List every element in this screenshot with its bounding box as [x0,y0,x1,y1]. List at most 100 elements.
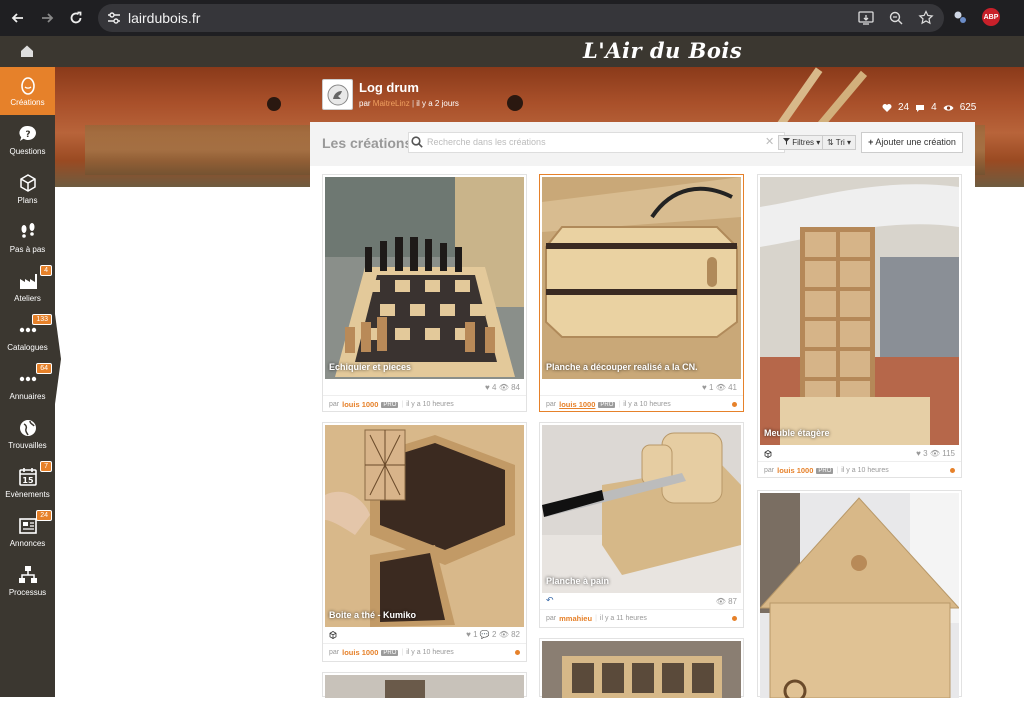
author-avatar[interactable] [322,79,353,110]
card-footer: par louis 1000 PRO | il y a 10 heures [764,466,889,475]
card-time: il y a 11 heures [599,615,647,622]
site-settings-icon[interactable] [107,11,121,25]
post-likes: 24 [898,102,910,113]
card-footer: par louis 1000 PRO | il y a 10 heures [329,400,454,409]
card-title[interactable]: Planche a découper realisé a la CN. [546,362,698,372]
eye-icon: 👁 [715,597,726,606]
pro-badge: PRO [381,649,399,656]
sidebar-item-questions[interactable]: ? Questions [0,116,55,164]
reload-button[interactable] [62,4,90,32]
sidebar-item-processus[interactable]: Processus [0,557,55,605]
search-input[interactable]: Recherche dans les créations [408,132,785,153]
sort-icon: ⇅ [827,138,834,147]
card-title[interactable]: Meuble étagère [764,428,830,438]
card-author-link[interactable]: louis 1000 [342,400,378,409]
address-bar[interactable]: lairdubois.fr [98,4,944,32]
undo-icon: ↶ [546,595,554,605]
site-header [0,36,1024,67]
plus-icon: + [868,137,874,147]
site-logo[interactable]: L'Air du Bois [583,38,742,63]
post-title[interactable]: Log drum [359,80,419,95]
creation-card-selected[interactable]: Planche a découper realisé a la CN. ♥ 1 … [539,174,744,412]
card-image-tea-box[interactable] [325,425,524,627]
creation-card[interactable]: Boite a thé - Kumiko ♥ 1 💬 2 👁 82 par lo… [322,422,527,662]
sidebar-item-annuaires[interactable]: Annuaires 64 [0,361,55,409]
newspaper-icon [18,518,37,534]
comment-icon: 💬 [479,630,490,639]
creation-card[interactable] [539,638,744,698]
badge-annuaires: 64 [36,363,52,374]
clear-search-icon[interactable]: ✕ [765,135,774,148]
cube-icon [329,631,337,639]
add-creation-button[interactable]: + Ajouter une création [861,132,963,153]
sidebar-item-trouvailles[interactable]: Trouvailles [0,410,55,458]
avatar-image [327,84,348,105]
factory-icon [19,274,37,289]
zoom-icon[interactable] [888,10,904,26]
card-image-bread-board[interactable] [542,425,741,593]
card-stats: ♥ 1 👁 41 [702,383,737,392]
card-author-link[interactable]: louis 1000 [559,400,595,409]
question-bubble-icon: ? [18,125,36,141]
back-button[interactable] [4,4,32,32]
card-image-shelf[interactable] [760,177,959,445]
creation-card[interactable]: Planche à pain ↶ 👁 87 par mmahieu | il y… [539,422,744,628]
card-title[interactable]: Planche à pain [546,576,609,586]
card-image-chessboard[interactable] [325,177,524,379]
adblock-icon[interactable]: ABP [982,8,1000,26]
card-image-cutting-board[interactable] [542,177,741,379]
creation-card[interactable]: Echiquier et pieces ♥ 4 👁 84 par louis 1… [322,174,527,412]
extension-icon[interactable] [952,9,968,25]
sidebar-item-annonces[interactable]: Annonces 24 [0,508,55,556]
post-comments: 4 [931,102,937,113]
process-icon [18,566,37,583]
card-title[interactable]: Boite a thé - Kumiko [329,610,416,620]
home-icon[interactable] [18,42,36,60]
post-by: par [359,99,371,108]
footsteps-icon [21,223,34,238]
card-footer: par louis 1000 PRO | il y a 10 heures [329,648,454,657]
new-indicator-dot [732,402,737,407]
sidebar: Créations ? Questions Plans Pas à pas At… [0,67,55,697]
post-author-link[interactable]: MaitreLinz [373,99,410,108]
card-author-link[interactable]: louis 1000 [342,648,378,657]
filter-icon [783,138,790,145]
egg-icon [20,77,35,95]
card-title[interactable]: Echiquier et pieces [329,362,411,372]
forward-button[interactable] [33,4,61,32]
sidebar-item-ateliers[interactable]: Ateliers 4 [0,263,55,311]
creations-heading: Les créations [322,135,413,151]
post-meta: par MaitreLinz | il y a 2 jours [359,99,459,108]
sidebar-item-pas-a-pas[interactable]: Pas à pas [0,214,55,262]
card-footer: par louis 1000 PRO | il y a 10 heures [546,400,671,409]
card-stats: ♥ 3 👁 115 [916,449,955,458]
post-stats: 24 4 625 [882,102,976,113]
sidebar-item-evenements[interactable]: 15 Evènements 7 [0,459,55,507]
sidebar-item-creations[interactable]: Créations [0,67,55,115]
card-author-link[interactable]: mmahieu [559,614,592,623]
creation-card[interactable]: Meuble étagère ♥ 3 👁 115 par louis 1000 … [757,174,962,478]
browser-toolbar: lairdubois.fr ABP [0,0,1024,36]
bookmark-star-icon[interactable] [918,10,934,26]
card-image-partial[interactable] [325,675,524,698]
search-icon [411,136,423,148]
card-image-cabinet[interactable] [760,493,959,698]
arrow-left-icon [11,13,23,23]
sort-button[interactable]: ⇅ Tri ▾ [822,135,857,150]
sidebar-toggle-handle[interactable] [55,314,61,404]
creation-card[interactable] [322,672,527,698]
creation-card[interactable] [757,490,962,698]
eye-icon: 👁 [498,630,509,639]
card-image-rack[interactable] [542,641,741,698]
post-views: 625 [959,102,977,113]
card-author-link[interactable]: louis 1000 [777,466,813,475]
card-footer: par mmahieu | il y a 11 heures [546,614,647,623]
sidebar-item-plans[interactable]: Plans [0,165,55,213]
filters-button[interactable]: Filtres ▾ [778,135,826,150]
badge-catalogues: 133 [32,314,52,325]
install-app-icon[interactable] [858,10,874,26]
arrow-right-icon [42,13,54,23]
sidebar-item-catalogues[interactable]: Catalogues 133 [0,312,55,360]
svg-text:15: 15 [22,476,34,485]
eye-icon: 👁 [715,383,726,392]
